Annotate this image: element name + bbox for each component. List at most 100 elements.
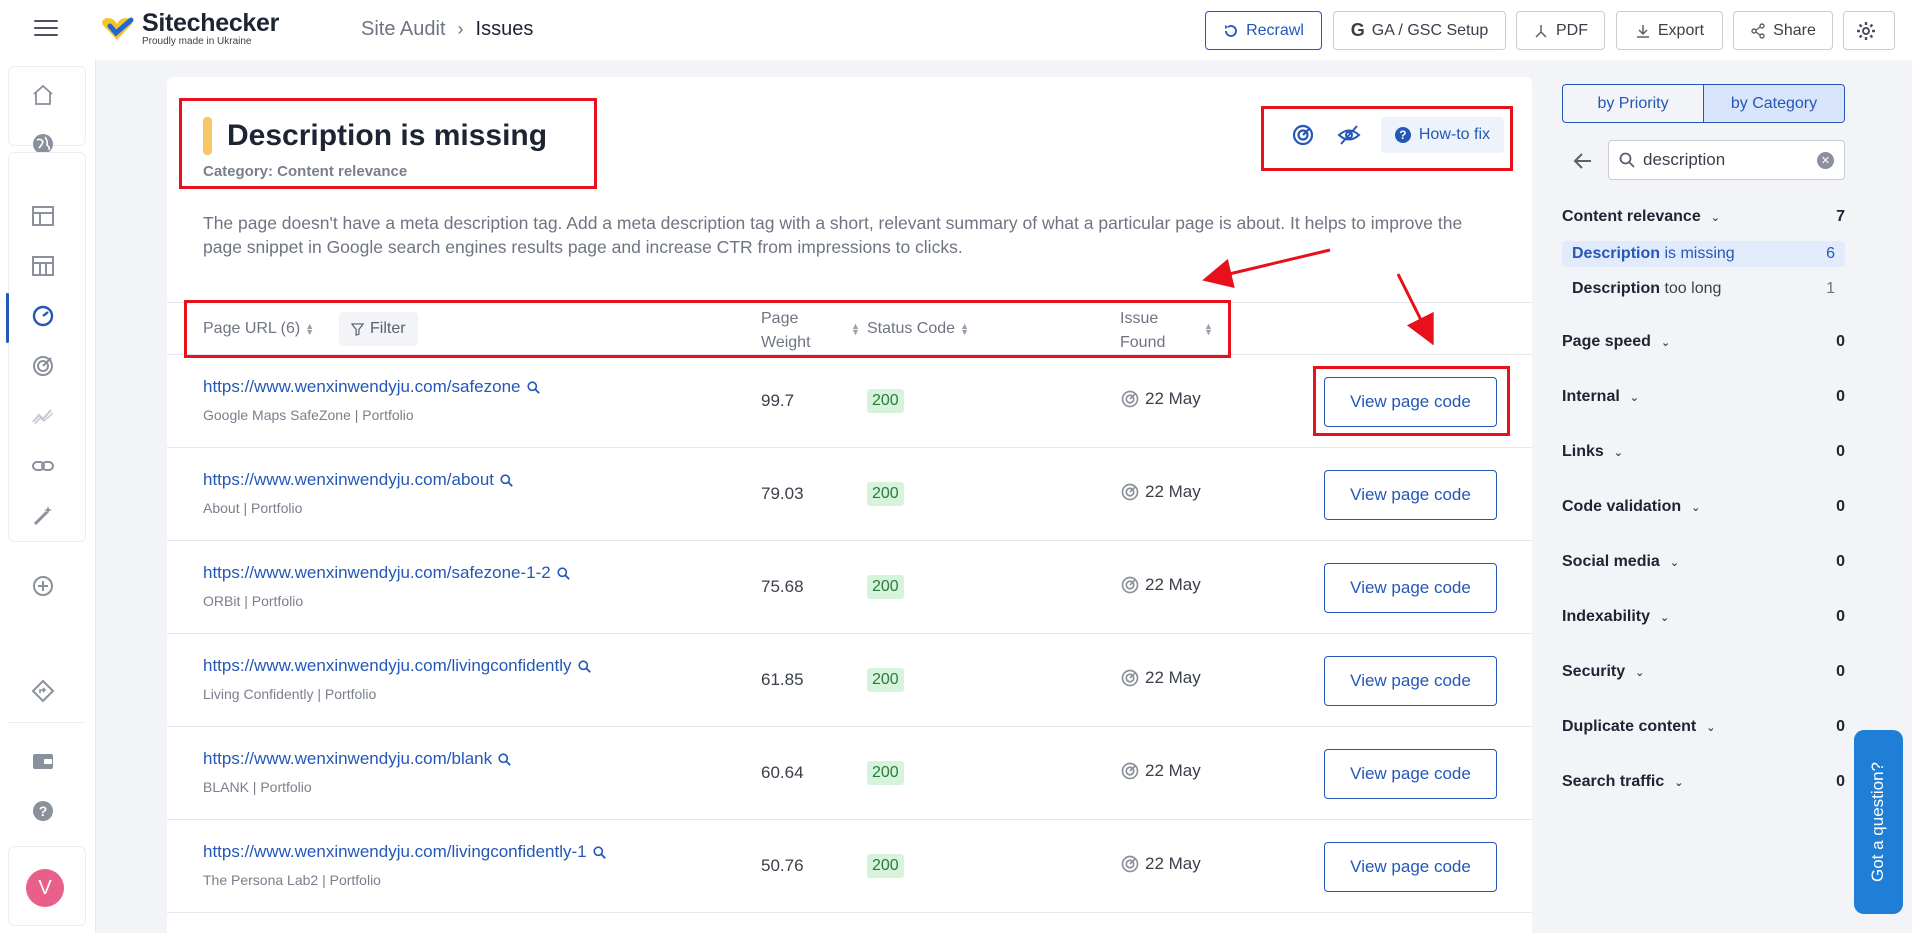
page-title-text: Living Confidently | Portfolio <box>203 686 377 702</box>
search-icon[interactable] <box>593 845 606 859</box>
category-label: Internal <box>1562 388 1620 405</box>
annotation-box-tools <box>1261 106 1513 171</box>
page-url-text[interactable]: https://www.wenxinwendyju.com/livingconf… <box>203 656 572 676</box>
category-indexability[interactable]: Indexability ⌄ 0 <box>1562 605 1845 629</box>
clear-icon[interactable]: ✕ <box>1817 152 1834 169</box>
issue-found: 22 May <box>1120 575 1201 595</box>
category-links[interactable]: Links ⌄ 0 <box>1562 440 1845 464</box>
pdf-label: PDF <box>1556 21 1588 39</box>
avatar[interactable]: V <box>26 869 64 907</box>
page-url-link[interactable]: https://www.wenxinwendyju.com/safezone-1… <box>203 563 570 583</box>
page-url-link[interactable]: https://www.wenxinwendyju.com/livingconf… <box>203 842 606 862</box>
chevron-down-icon: ⌄ <box>1660 336 1671 349</box>
search-icon[interactable] <box>498 752 511 766</box>
category-search-traffic[interactable]: Search traffic ⌄ 0 <box>1562 770 1845 794</box>
issue-found-date: 22 May <box>1145 389 1201 408</box>
category-social-media[interactable]: Social media ⌄ 0 <box>1562 550 1845 574</box>
tab-by-priority[interactable]: by Priority <box>1563 85 1703 122</box>
page-url-text[interactable]: https://www.wenxinwendyju.com/safezone-1… <box>203 563 551 583</box>
pdf-button[interactable]: PDF <box>1516 11 1605 50</box>
view-page-code-button[interactable]: View page code <box>1324 842 1497 892</box>
search-icon[interactable] <box>526 380 540 394</box>
speedometer-icon[interactable] <box>30 303 56 329</box>
category-internal[interactable]: Internal ⌄ 0 <box>1562 385 1845 409</box>
page-url-text[interactable]: https://www.wenxinwendyju.com/safezone <box>203 377 521 397</box>
recrawl-icon <box>1225 24 1237 37</box>
share-icon <box>1751 22 1765 39</box>
sub-issue-item[interactable]: Description too long 1 <box>1562 276 1845 302</box>
magic-wand-icon[interactable] <box>30 503 56 529</box>
chevron-down-icon: ⌄ <box>1635 666 1645 679</box>
got-a-question-button[interactable]: Got a question? <box>1854 730 1903 914</box>
tab-by-category[interactable]: by Category <box>1703 85 1844 122</box>
chevron-down-icon: ⌄ <box>1674 776 1684 789</box>
breadcrumb-issues: Issues <box>475 18 534 40</box>
menu-icon[interactable] <box>34 20 58 38</box>
category-code-validation[interactable]: Code validation ⌄ 0 <box>1562 495 1845 519</box>
page-title-text: Google Maps SafeZone | Portfolio <box>203 407 414 423</box>
top-bar: Sitechecker Proudly made in Ukraine Site… <box>0 0 1912 60</box>
view-page-code-button[interactable]: View page code <box>1324 563 1497 613</box>
sub-issue-item[interactable]: Description is missing 6 <box>1562 241 1845 267</box>
category-security[interactable]: Security ⌄ 0 <box>1562 660 1845 684</box>
page-url-link[interactable]: https://www.wenxinwendyju.com/about <box>203 470 513 490</box>
category-duplicate-content[interactable]: Duplicate content ⌄ 0 <box>1562 715 1845 739</box>
issue-found-date: 22 May <box>1145 575 1201 594</box>
search-icon[interactable] <box>557 566 570 580</box>
category-count: 0 <box>1836 553 1845 570</box>
page-title-text: ORBit | Portfolio <box>203 593 304 609</box>
issue-found-icon <box>1121 669 1139 687</box>
page-weight: 75.68 <box>761 577 804 596</box>
help-icon[interactable]: ? <box>30 798 56 824</box>
search-icon[interactable] <box>577 659 591 673</box>
category-count: 0 <box>1836 663 1845 680</box>
export-button[interactable]: Export <box>1616 11 1723 50</box>
wallet-icon[interactable] <box>30 748 56 774</box>
trend-icon[interactable] <box>30 403 56 429</box>
page-weight: 79.03 <box>761 484 804 503</box>
table-icon[interactable] <box>30 203 56 229</box>
category-content-relevance[interactable]: Content relevance ⌄ 7 <box>1562 205 1845 229</box>
rail-active-indicator <box>6 293 9 343</box>
category-label: Security <box>1562 663 1626 680</box>
breadcrumb-site-audit[interactable]: Site Audit <box>361 18 446 41</box>
search-icon[interactable] <box>500 473 513 487</box>
category-count: 0 <box>1836 718 1845 735</box>
add-circle-icon[interactable] <box>30 573 56 599</box>
view-page-code-button[interactable]: View page code <box>1324 656 1497 706</box>
link-icon[interactable] <box>30 453 56 479</box>
chevron-down-icon: ⌄ <box>1706 721 1716 734</box>
table-row: https://www.wenxinwendyju.com/livingconf… <box>167 634 1532 727</box>
got-a-question-label: Got a question? <box>1868 761 1888 883</box>
issue-found: 22 May <box>1120 854 1201 874</box>
category-label: Content relevance <box>1562 208 1701 225</box>
radar-icon[interactable] <box>30 353 56 379</box>
category-label: Duplicate content <box>1562 718 1697 735</box>
ga-gsc-setup-button[interactable]: G GA / GSC Setup <box>1333 11 1506 50</box>
sub-issue-keyword: Description <box>1572 245 1661 262</box>
share-button[interactable]: Share <box>1733 11 1833 50</box>
back-arrow-icon[interactable] <box>1572 150 1594 172</box>
download-icon <box>1636 24 1649 38</box>
diamond-route-icon[interactable] <box>30 678 56 704</box>
page-url-text[interactable]: https://www.wenxinwendyju.com/about <box>203 470 494 490</box>
settings-button[interactable] <box>1843 11 1895 50</box>
category-page-speed[interactable]: Page speed ⌄ 0 <box>1562 330 1845 354</box>
page-url-link[interactable]: https://www.wenxinwendyju.com/safezone <box>203 377 540 397</box>
grid-table-icon[interactable] <box>30 253 56 279</box>
home-icon[interactable] <box>30 82 56 108</box>
view-page-code-button[interactable]: View page code <box>1324 470 1497 520</box>
search-field: ✕ <box>1608 140 1845 180</box>
page-url-text[interactable]: https://www.wenxinwendyju.com/livingconf… <box>203 842 587 862</box>
page-url-link[interactable]: https://www.wenxinwendyju.com/blank <box>203 749 511 769</box>
page-url-text[interactable]: https://www.wenxinwendyju.com/blank <box>203 749 492 769</box>
category-count: 7 <box>1836 208 1845 225</box>
page-url-link[interactable]: https://www.wenxinwendyju.com/livingconf… <box>203 656 591 676</box>
status-badge: 200 <box>867 482 904 506</box>
search-input[interactable] <box>1643 150 1813 170</box>
logo[interactable]: Sitechecker Proudly made in Ukraine <box>100 10 279 47</box>
recrawl-button[interactable]: Recrawl <box>1205 11 1322 50</box>
table-row: https://www.wenxinwendyju.com/about About… <box>167 448 1532 541</box>
view-page-code-button[interactable]: View page code <box>1324 749 1497 799</box>
category-label: Social media <box>1562 553 1660 570</box>
